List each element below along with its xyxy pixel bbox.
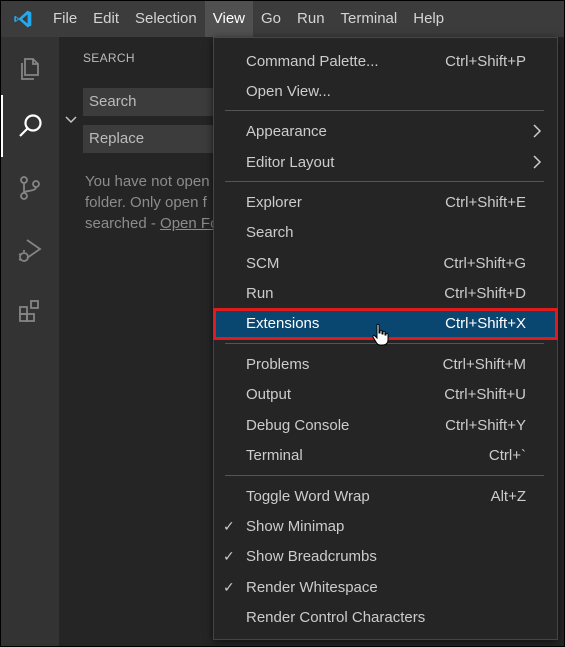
menu-selection[interactable]: Selection — [127, 1, 205, 37]
search-icon[interactable] — [1, 95, 59, 157]
menu-item-output[interactable]: Output Ctrl+Shift+U — [215, 381, 556, 409]
menu-separator — [225, 110, 544, 111]
message-line-1: You have not open — [85, 173, 210, 190]
menu-item-label: Explorer — [246, 194, 302, 211]
menu-item-run[interactable]: Run Ctrl+Shift+D — [215, 280, 556, 308]
menu-item-shortcut: Ctrl+Shift+U — [444, 386, 526, 403]
checkmark-icon: ✓ — [223, 548, 235, 564]
chevron-right-icon — [532, 155, 542, 169]
menu-item-shortcut: Alt+Z — [490, 488, 526, 505]
menu-item-problems[interactable]: Problems Ctrl+Shift+M — [215, 351, 556, 379]
menu-item-label: Command Palette... — [246, 53, 379, 70]
menu-item-render-whitespace[interactable]: ✓ Render Whitespace — [215, 574, 556, 602]
menu-item-shortcut: Ctrl+Shift+E — [445, 194, 526, 211]
menu-item-label: Open View... — [246, 83, 331, 100]
menu-separator — [225, 181, 544, 182]
checkmark-icon: ✓ — [223, 518, 235, 534]
menu-item-label: Problems — [246, 356, 310, 373]
menu-item-open-view[interactable]: Open View... — [215, 78, 556, 106]
menu-run[interactable]: Run — [289, 1, 333, 37]
menu-item-appearance[interactable]: Appearance — [215, 118, 556, 146]
menu-item-search[interactable]: Search — [215, 219, 556, 247]
menu-item-command-palette[interactable]: Command Palette... Ctrl+Shift+P — [215, 48, 556, 76]
menu-item-shortcut: Ctrl+Shift+G — [443, 255, 526, 272]
menu-item-show-breadcrumbs[interactable]: ✓ Show Breadcrumbs — [215, 543, 556, 571]
menu-item-label: SCM — [246, 255, 280, 272]
menu-item-shortcut: Ctrl+Shift+X — [445, 315, 526, 332]
menu-item-show-minimap[interactable]: ✓ Show Minimap — [215, 513, 556, 541]
vscode-logo-icon — [1, 1, 45, 37]
source-control-icon[interactable] — [1, 157, 59, 219]
menu-item-label: Appearance — [246, 123, 327, 140]
menu-item-label: Toggle Word Wrap — [246, 488, 370, 505]
menu-item-shortcut: Ctrl+Shift+P — [445, 53, 526, 70]
menu-view[interactable]: View — [204, 1, 253, 37]
menu-item-terminal[interactable]: Terminal Ctrl+` — [215, 442, 556, 470]
menu-item-label: Debug Console — [246, 417, 350, 434]
message-line-3-prefix: searched - — [85, 215, 161, 232]
menu-item-editor-layout[interactable]: Editor Layout — [215, 149, 556, 177]
no-folder-message: You have not open folder. Only open f se… — [85, 171, 225, 234]
menu-go[interactable]: Go — [253, 1, 289, 37]
hand-cursor-icon — [371, 323, 389, 347]
message-line-2: folder. Only open f — [85, 194, 207, 211]
menu-item-render-control-characters[interactable]: Render Control Characters — [215, 604, 556, 632]
message-line-3: searched - Open Fo — [85, 213, 225, 234]
menu-help[interactable]: Help — [405, 1, 452, 37]
menu-file[interactable]: File — [45, 1, 85, 37]
menu-item-shortcut: Ctrl+Shift+D — [444, 285, 526, 302]
menu-item-label: Run — [246, 285, 274, 302]
extensions-icon[interactable] — [1, 281, 59, 343]
menu-item-label: Show Minimap — [246, 518, 345, 535]
menu-edit[interactable]: Edit — [85, 1, 127, 37]
menu-item-shortcut: Ctrl+Shift+Y — [445, 417, 526, 434]
checkmark-icon: ✓ — [223, 579, 235, 595]
activity-bar — [1, 37, 59, 646]
menu-item-label: Render Whitespace — [246, 579, 378, 596]
menu-item-label: Editor Layout — [246, 154, 335, 171]
menu-terminal[interactable]: Terminal — [333, 1, 406, 37]
explorer-icon[interactable] — [1, 37, 59, 99]
menu-item-toggle-word-wrap[interactable]: Toggle Word Wrap Alt+Z — [215, 483, 556, 511]
menu-item-explorer[interactable]: Explorer Ctrl+Shift+E — [215, 189, 556, 217]
sidebar-title: SEARCH — [83, 51, 135, 65]
menu-item-label: Search — [246, 224, 294, 241]
open-folder-link[interactable]: Open Fo — [160, 215, 218, 232]
menu-item-debug-console[interactable]: Debug Console Ctrl+Shift+Y — [215, 412, 556, 440]
menu-item-label: Render Control Characters — [246, 609, 426, 626]
run-debug-icon[interactable] — [1, 219, 59, 281]
menu-separator — [225, 475, 544, 476]
menu-item-label: Show Breadcrumbs — [246, 548, 377, 565]
menu-item-label: Extensions — [246, 315, 320, 332]
menu-item-label: Terminal — [246, 447, 303, 464]
menu-item-label: Output — [246, 386, 292, 403]
menu-item-shortcut: Ctrl+` — [488, 447, 526, 464]
chevron-down-icon[interactable] — [63, 111, 79, 127]
menu-item-shortcut: Ctrl+Shift+M — [442, 356, 526, 373]
menu-bar: File Edit Selection View Go Run Terminal… — [1, 1, 564, 37]
chevron-right-icon — [532, 124, 542, 138]
menu-item-scm[interactable]: SCM Ctrl+Shift+G — [215, 250, 556, 278]
